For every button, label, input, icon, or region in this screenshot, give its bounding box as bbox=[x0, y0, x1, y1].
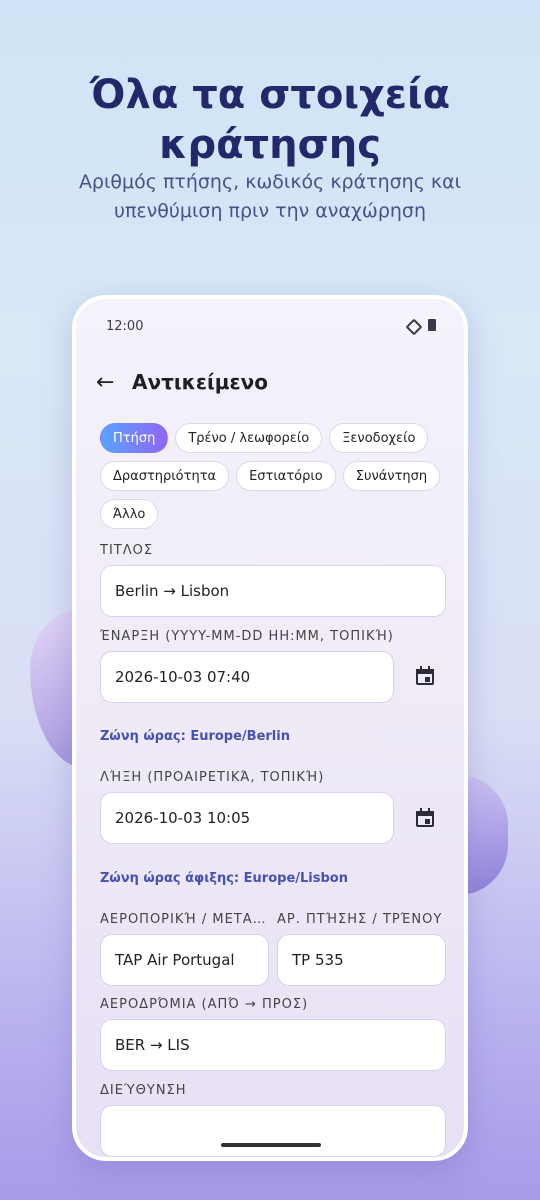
type-chip-group: Πτήση Τρένο / λεωφορείο Ξενοδοχείο Δραστ… bbox=[100, 423, 441, 537]
chip-hotel[interactable]: Ξενοδοχείο bbox=[329, 423, 429, 453]
chip-meeting[interactable]: Συνάντηση bbox=[342, 461, 441, 491]
battery-icon bbox=[428, 319, 436, 331]
start-timezone: Ζώνη ώρας: Europe/Berlin bbox=[100, 729, 290, 744]
title-label: ΤΙΤΛΟΣ bbox=[100, 543, 154, 558]
home-indicator[interactable] bbox=[221, 1143, 321, 1147]
airports-label: ΑΕΡΟΔΡΌΜΙΑ (ΑΠΌ → ΠΡΟΣ) bbox=[100, 997, 309, 1012]
address-field[interactable] bbox=[100, 1105, 446, 1157]
promo-headline-line1: Όλα τα στοιχεία bbox=[89, 72, 451, 118]
chip-activity[interactable]: Δραστηριότητα bbox=[100, 461, 230, 491]
end-timezone: Ζώνη ώρας άφιξης: Europe/Lisbon bbox=[100, 871, 348, 886]
end-label: ΛΉΞΗ (ΠΡΟΑΙΡΕΤΙΚΆ, ΤΟΠΙΚΉ) bbox=[100, 770, 325, 785]
end-field[interactable]: 2026-10-03 10:05 bbox=[100, 792, 394, 844]
promo-headline: Όλα τα στοιχεία κράτησης bbox=[0, 70, 540, 170]
airline-label: ΑΕΡΟΠΟΡΙΚΉ / ΜΕΤΑ… bbox=[100, 912, 267, 927]
chip-restaurant[interactable]: Εστιατόριο bbox=[236, 461, 336, 491]
flight-number-field[interactable]: TP 535 bbox=[277, 934, 446, 986]
signal-icon bbox=[406, 319, 418, 331]
start-label: ΈΝΑΡΞΗ (YYYY-MM-DD HH:MM, ΤΟΠΙΚΉ) bbox=[100, 629, 394, 644]
promo-headline-line2: κράτησης bbox=[159, 122, 381, 168]
flight-number-label: ΑΡ. ΠΤΉΣΗΣ / ΤΡΈΝΟΥ bbox=[277, 912, 443, 927]
app-bar: ← Αντικείμενο bbox=[96, 367, 268, 397]
calendar-icon[interactable] bbox=[415, 808, 435, 828]
calendar-icon[interactable] bbox=[415, 666, 435, 686]
page-title: Αντικείμενο bbox=[132, 370, 269, 394]
promo-subline-line2: υπενθύμιση πριν την αναχώρηση bbox=[113, 200, 427, 222]
arrow-left-icon[interactable]: ← bbox=[96, 370, 128, 395]
promo-subline: Αριθμός πτήσης, κωδικός κράτησης και υπε… bbox=[30, 168, 510, 226]
start-field[interactable]: 2026-10-03 07:40 bbox=[100, 651, 394, 703]
airports-field[interactable]: BER → LIS bbox=[100, 1019, 446, 1071]
address-label: ΔΙΕΎΘΥΝΣΗ bbox=[100, 1083, 187, 1098]
phone-frame: 12:00 ← Αντικείμενο Πτήση Τρένο / λεωφορ… bbox=[72, 295, 468, 1161]
status-time: 12:00 bbox=[106, 319, 144, 334]
promo-subline-line1: Αριθμός πτήσης, κωδικός κράτησης και bbox=[78, 171, 462, 193]
chip-other[interactable]: Άλλο bbox=[100, 499, 159, 529]
status-icons bbox=[406, 319, 436, 331]
title-field[interactable]: Berlin → Lisbon bbox=[100, 565, 446, 617]
airline-field[interactable]: TAP Air Portugal bbox=[100, 934, 269, 986]
chip-flight[interactable]: Πτήση bbox=[100, 423, 169, 453]
chip-train-bus[interactable]: Τρένο / λεωφορείο bbox=[175, 423, 323, 453]
